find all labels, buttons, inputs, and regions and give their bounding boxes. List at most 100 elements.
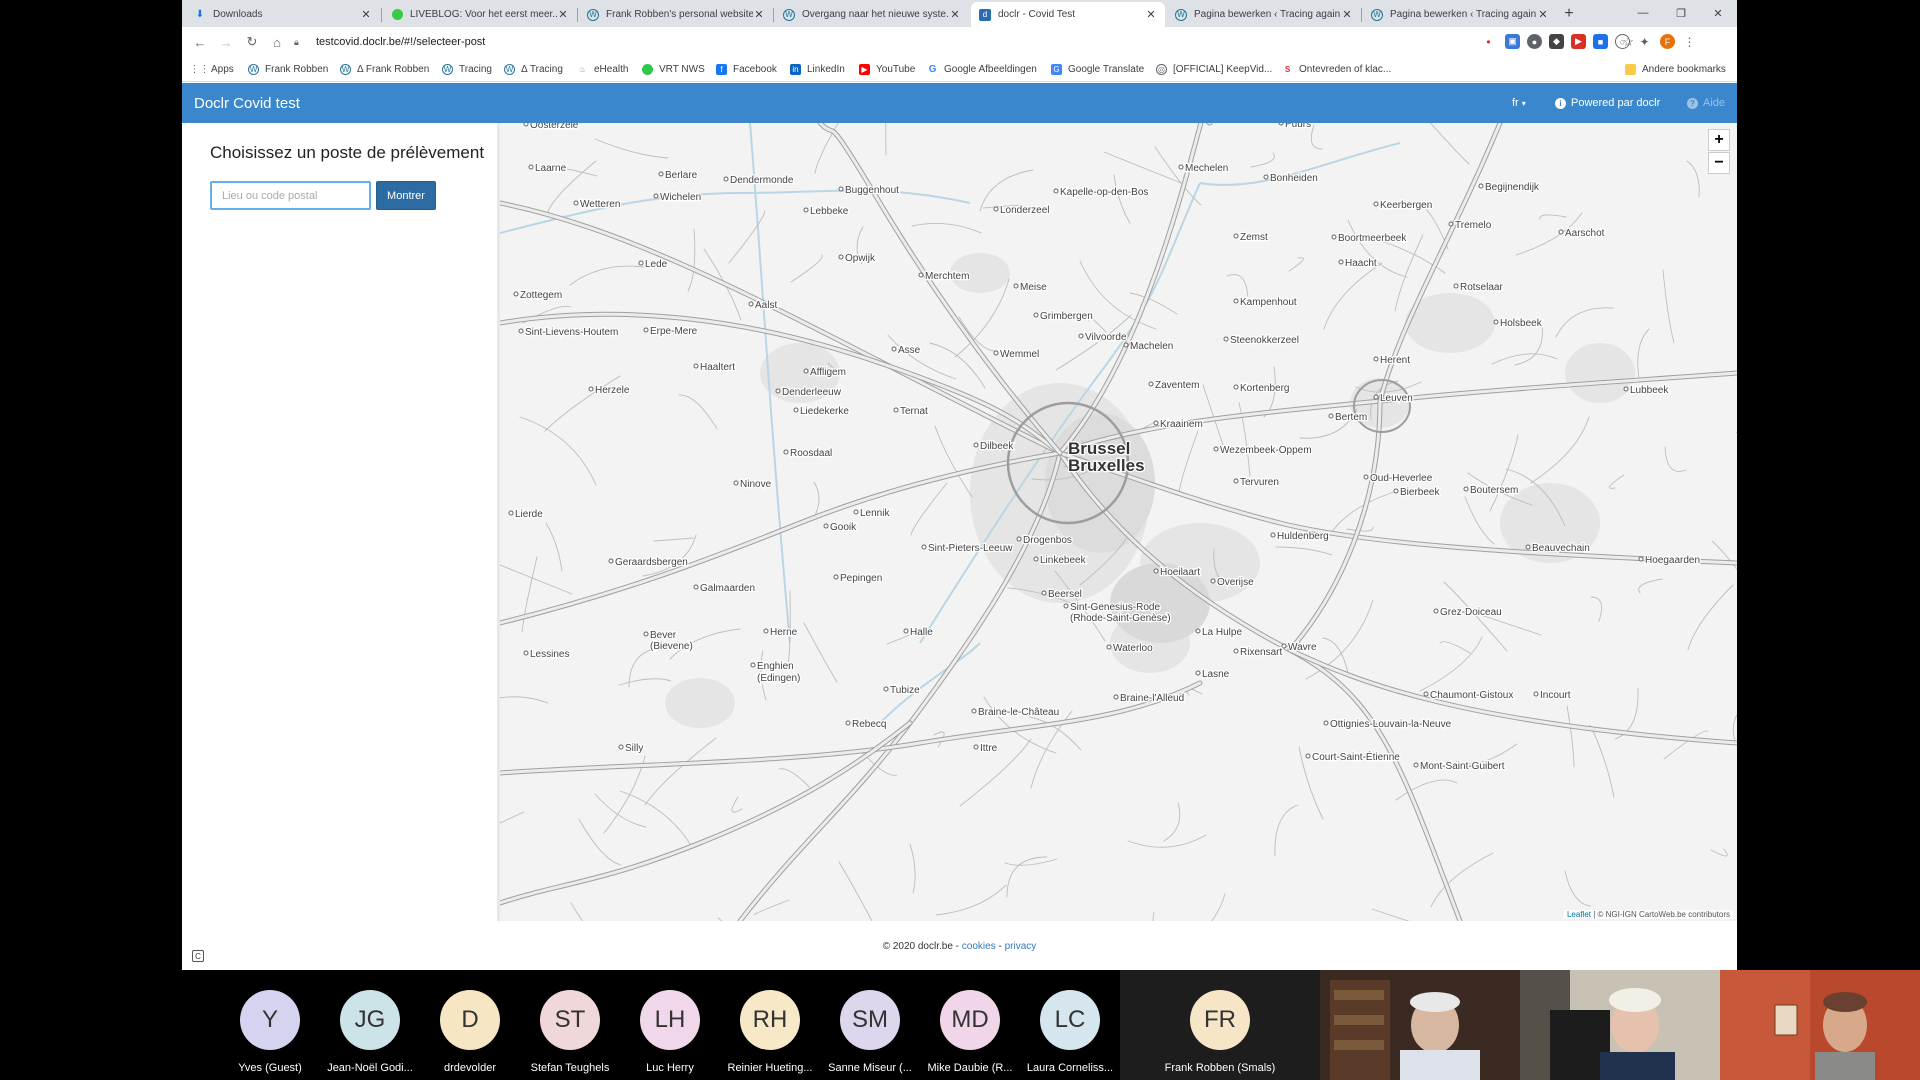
map-place-marker — [1281, 643, 1287, 649]
help-link[interactable]: ? Aide — [1687, 97, 1725, 109]
cookies-link[interactable]: cookies — [962, 941, 996, 952]
powered-by-link[interactable]: i Powered par doclr — [1555, 97, 1660, 109]
bookmark-ehealth[interactable]: ♨ eHealth — [577, 62, 629, 76]
close-icon[interactable]: ✕ — [1537, 8, 1549, 21]
participant-tile[interactable]: MD Mike Daubie (R... — [920, 970, 1020, 1080]
extension-dark-icon[interactable]: ◆ — [1549, 34, 1564, 49]
bookmark-label: Tracing — [459, 63, 492, 75]
address-bar[interactable]: 🔒︎ testcovid.doclr.be/#!/selecteer-post … — [290, 30, 1640, 54]
tab-frank-robben-site[interactable]: W Frank Robben's personal website ✕ — [579, 2, 773, 27]
minimize-button[interactable]: — — [1633, 4, 1653, 22]
menu-kebab-icon[interactable]: ⋮ — [1682, 34, 1697, 49]
map-place-label: Linkebeek — [1040, 555, 1087, 566]
extensions-puzzle-icon[interactable]: ✦ — [1637, 34, 1652, 49]
map-place-label: (Rhode-Saint-Genèse) — [1070, 613, 1171, 624]
map-attribution: Leaflet | © NGI-IGN CartoWeb.be contribu… — [1563, 910, 1733, 919]
browser-toolbar: ← → ↻ ⌂ 🔒︎ testcovid.doclr.be/#!/selecte… — [182, 27, 1737, 56]
privacy-link[interactable]: privacy — [1005, 941, 1037, 952]
map-place-marker — [891, 346, 897, 352]
bookmark-label: Δ Frank Robben — [357, 63, 430, 75]
search-input[interactable] — [210, 181, 371, 210]
participant-tile[interactable]: SM Sanne Miseur (... — [820, 970, 920, 1080]
map-place-label: Hoeilaart — [1160, 567, 1200, 578]
participant-tile[interactable]: ST Stefan Teughels — [520, 970, 620, 1080]
back-button[interactable]: ← — [190, 32, 210, 52]
tab-pagina-bewerken-1[interactable]: W Pagina bewerken ‹ Tracing again... ✕ — [1167, 2, 1361, 27]
extension-circle-icon[interactable]: ○ — [1615, 34, 1630, 49]
participant-tile[interactable]: RH Reinier Hueting... — [720, 970, 820, 1080]
bookmark-apps[interactable]: ⋮⋮ Apps — [190, 62, 234, 76]
extension-gray-icon[interactable]: ● — [1527, 34, 1542, 49]
active-speaker-tile[interactable]: FR Frank Robben (Smals) — [1120, 970, 1320, 1080]
profile-avatar-icon[interactable]: F — [1660, 34, 1675, 49]
close-icon[interactable]: ✕ — [360, 8, 372, 21]
bookmark-vrt-nws[interactable]: VRT NWS — [642, 62, 705, 76]
map[interactable]: Dendermonde Mechelen Aalst Vilvoorde Leuven B… — [500, 123, 1737, 921]
close-icon[interactable]: ✕ — [949, 8, 961, 21]
participant-tile[interactable]: JG Jean-Noël Godi... — [320, 970, 420, 1080]
reload-button[interactable]: ↻ — [242, 32, 262, 52]
restore-button[interactable]: ❐ — [1671, 4, 1691, 22]
show-button[interactable]: Montrer — [376, 181, 436, 210]
participant-video-tile[interactable] — [1320, 970, 1520, 1080]
info-icon: i — [1555, 97, 1566, 109]
new-tab-button[interactable]: + — [1558, 3, 1580, 25]
home-button[interactable]: ⌂ — [267, 32, 287, 52]
zoom-out-button[interactable]: − — [1708, 152, 1730, 174]
extension-blue-badge-icon[interactable]: ■ — [1593, 34, 1608, 49]
map-place-label: Begijnendijk — [1485, 182, 1540, 193]
close-window-button[interactable]: ✕ — [1708, 4, 1728, 22]
bookmark-other-bookmarks[interactable]: Andere bookmarks — [1625, 62, 1726, 76]
tab-pagina-bewerken-2[interactable]: W Pagina bewerken ‹ Tracing again... ✕ — [1363, 2, 1557, 27]
browser-window: ⬇ Downloads ✕ LIVEBLOG: Voor het eerst m… — [182, 0, 1737, 970]
participant-tile[interactable]: LH Luc Herry — [620, 970, 720, 1080]
bookmark-youtube[interactable]: ▶ YouTube — [859, 62, 915, 76]
bookmark-facebook[interactable]: f Facebook — [716, 62, 777, 76]
map-place-label: Kampenhout — [1240, 297, 1297, 308]
close-icon[interactable]: ✕ — [1341, 8, 1353, 21]
participant-video-tile[interactable] — [1520, 970, 1720, 1080]
bookmark-google-afbeeldingen[interactable]: G Google Afbeeldingen — [927, 62, 1037, 76]
extension-blue-icon[interactable]: ▣ — [1505, 34, 1520, 49]
bookmark-frank-robben[interactable]: W Frank Robben — [248, 62, 328, 76]
participant-tile[interactable]: LC Laura Corneliss... — [1020, 970, 1120, 1080]
close-icon[interactable]: ✕ — [1145, 8, 1157, 21]
app-brand[interactable]: Doclr Covid test — [194, 95, 300, 112]
participant-tile[interactable]: Y Yves (Guest) — [220, 970, 320, 1080]
tab-title: Pagina bewerken ‹ Tracing again... — [1194, 9, 1341, 20]
tab-doclr-covid-test[interactable]: d doclr - Covid Test ✕ — [971, 2, 1165, 27]
bookmark-ontevreden[interactable]: S Ontevreden of klac... — [1282, 62, 1391, 76]
map-canvas[interactable]: Dendermonde Mechelen Aalst Vilvoorde Leuven B… — [500, 123, 1737, 921]
extension-red-dot-icon[interactable]: • — [1481, 34, 1496, 49]
map-place-label: Sint-Pieters-Leeuw — [928, 543, 1013, 554]
tab-overgang[interactable]: W Overgang naar het nieuwe syste... ✕ — [775, 2, 969, 27]
map-place-marker — [1323, 720, 1329, 726]
map-place-marker — [1533, 691, 1539, 697]
bookmark-tracing[interactable]: W Tracing — [442, 62, 492, 76]
bookmark-delta-frank-robben[interactable]: W Δ Frank Robben — [340, 62, 429, 76]
forward-button[interactable]: → — [216, 32, 236, 52]
map-place-label: Kapelle-op-den-Bos — [1060, 187, 1148, 198]
bookmark-keepvid[interactable]: ◎ [OFFICIAL] KeepVid... — [1156, 62, 1272, 76]
bookmark-google-translate[interactable]: G Google Translate — [1051, 62, 1144, 76]
extension-red-icon[interactable]: ▶ — [1571, 34, 1586, 49]
avatar: JG — [340, 990, 400, 1050]
language-dropdown[interactable]: fr ▾ — [1512, 97, 1526, 109]
map-place-label: Oosterzele — [530, 123, 579, 131]
close-icon[interactable]: ✕ — [753, 8, 765, 21]
cookie-settings-icon[interactable]: C — [192, 950, 204, 962]
tab-downloads[interactable]: ⬇ Downloads ✕ — [186, 2, 380, 27]
tab-liveblog[interactable]: LIVEBLOG: Voor het eerst meer... ✕ — [383, 2, 577, 27]
map-place-marker — [523, 650, 529, 656]
map-place-marker — [1123, 342, 1129, 348]
leaflet-link[interactable]: Leaflet — [1567, 910, 1591, 919]
map-place-marker — [1106, 644, 1112, 650]
zoom-in-button[interactable]: + — [1708, 129, 1730, 151]
close-icon[interactable]: ✕ — [557, 8, 569, 21]
map-place-marker — [618, 744, 624, 750]
bookmark-linkedin[interactable]: in LinkedIn — [790, 62, 845, 76]
participant-tile[interactable]: D drdevolder — [420, 970, 520, 1080]
participant-video-tile[interactable] — [1720, 970, 1920, 1080]
map-place-label: Lessines — [530, 649, 569, 660]
bookmark-delta-tracing[interactable]: W Δ Tracing — [504, 62, 563, 76]
